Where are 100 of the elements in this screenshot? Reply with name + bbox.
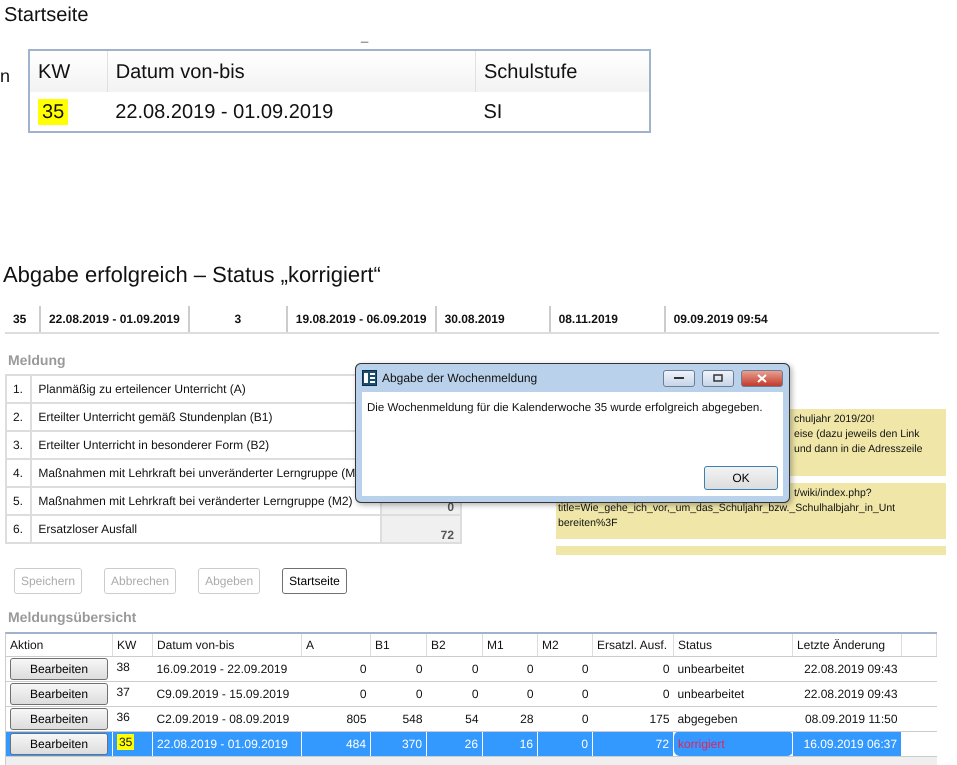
column-header: M2 [538, 634, 592, 656]
table-cell: 72 [592, 731, 674, 756]
row-label: Ersatzloser Ausfall [31, 515, 381, 543]
table-cell: 22.08.2019 09:43 [792, 656, 902, 681]
section-title: Abgabe erfolgreich – Status „korrigiert“ [3, 262, 382, 288]
note-text: title=Wie_gehe_ich_vor,_um_das_Schuljahr_bzw._Schulhalbjahr_in_Unt [558, 501, 896, 516]
table-cell: 22.08.2019 - 01.09.2019 [107, 92, 476, 132]
edit-button[interactable]: Bearbeiten [10, 708, 108, 730]
column-header: A [302, 634, 370, 656]
minimize-button[interactable] [663, 370, 695, 386]
status-cell: korrigiert [674, 731, 792, 756]
close-icon [757, 374, 767, 382]
row-number: 3. [6, 431, 32, 459]
column-header: Ersatzl. Ausf. [592, 634, 674, 656]
value-field[interactable]: 72 [381, 515, 461, 543]
table-cell: 38 [116, 660, 130, 674]
close-button[interactable] [741, 370, 783, 386]
table-cell: 37 [116, 684, 130, 698]
summary-cell: 19.08.2019 - 06.09.2019 [288, 306, 437, 332]
note-text: und dann in die Adresszeile [794, 442, 922, 457]
edit-button[interactable]: Bearbeiten [10, 658, 108, 680]
row-number: 4. [6, 459, 32, 487]
status-cell: unbearbeitet [674, 656, 792, 681]
table-cell: 0 [538, 706, 592, 731]
row-number: 1. [6, 375, 32, 403]
column-header: Datum von-bis [152, 634, 302, 656]
status-cell: abgegeben [674, 706, 792, 731]
table-cell: 54 [426, 706, 482, 731]
column-header: Datum von-bis [107, 50, 476, 92]
column-header: B2 [426, 634, 482, 656]
section-title: Meldung [8, 351, 67, 369]
table-cell: C2.09.2019 - 08.09.2019 [152, 706, 302, 731]
page-title: Startseite [4, 3, 90, 27]
table-row[interactable]: Bearbeiten 38 16.09.2019 - 22.09.2019 0 0 0 0 0 0 unbearbeitet 22.08.2019 09:43 [6, 656, 936, 681]
note-text: t/wiki/index.php? [794, 486, 872, 501]
row-number: 5. [6, 487, 32, 515]
app-icon [362, 370, 377, 386]
table-cell: 0 [302, 656, 370, 681]
action-button[interactable]: Startseite [282, 568, 347, 594]
table-row[interactable]: Bearbeiten 36 C2.09.2019 - 08.09.2019 805 548 54 28 0 175 abgegeben 08.09.2019 11:50 [6, 706, 936, 731]
table-cell: 16.09.2019 - 22.09.2019 [152, 656, 302, 681]
section-title: Meldungsübersicht [8, 608, 138, 626]
table-cell: 484 [302, 731, 370, 756]
summary-cell: 08.11.2019 [550, 306, 666, 332]
table-cell: 0 [370, 681, 426, 706]
status-cell: unbearbeitet [674, 681, 792, 706]
table-cell: SI [475, 92, 650, 132]
note-text: eise (dazu jeweils den Link [794, 427, 920, 442]
table-cell: 22.08.2019 - 01.09.2019 [152, 731, 302, 756]
column-header: KW [112, 634, 152, 656]
table-cell: 0 [538, 681, 592, 706]
summary-cell: 30.08.2019 [436, 306, 551, 332]
table-cell: 548 [370, 706, 426, 731]
summary-cell: 35 [5, 306, 41, 332]
table-cell: 0 [302, 681, 370, 706]
table-row[interactable]: Bearbeiten 37 C9.09.2019 - 15.09.2019 0 0 0 0 0 0 unbearbeitet 22.08.2019 09:43 [6, 681, 936, 706]
minimize-mark: _ [361, 29, 368, 43]
table-cell: C9.09.2019 - 15.09.2019 [152, 681, 302, 706]
edit-button[interactable]: Bearbeiten [10, 682, 108, 704]
table-cell: 0 [482, 681, 538, 706]
maximize-button[interactable] [702, 370, 734, 386]
table-cell: 28 [482, 706, 538, 731]
table-cell: 0 [426, 656, 482, 681]
table-cell: 22.08.2019 09:43 [792, 681, 902, 706]
table-cell: 0 [538, 731, 592, 756]
table-cell: 370 [370, 731, 426, 756]
table-cell: 35 [38, 98, 68, 124]
column-header: M1 [482, 634, 538, 656]
column-header: Status [674, 634, 792, 656]
table-cell: 0 [592, 681, 674, 706]
table-cell: 0 [370, 656, 426, 681]
column-header: KW [29, 50, 108, 92]
table-cell: 08.09.2019 11:50 [792, 706, 902, 731]
column-header: Letzte Änderung [792, 634, 902, 656]
cut-text: n [0, 65, 12, 88]
table-cell: 16 [482, 731, 538, 756]
note-text: chuljahr 2019/20! [794, 412, 875, 427]
table-row[interactable]: Bearbeiten 35 22.08.2019 - 01.09.2019 484 370 26 16 0 72 korrigiert 16.09.2019 06:37 [6, 731, 936, 756]
table-cell: 0 [592, 656, 674, 681]
column-header: B1 [370, 634, 426, 656]
table-cell: 35 [117, 734, 134, 750]
table-cell: 0 [538, 656, 592, 681]
summary-cell: 3 [190, 306, 288, 332]
table-cell: 0 [482, 656, 538, 681]
minimize-icon [674, 376, 684, 380]
row-number: 2. [6, 403, 32, 431]
table-cell: 16.09.2019 06:37 [792, 731, 902, 756]
edit-button[interactable]: Bearbeiten [10, 732, 108, 754]
ok-button[interactable]: OK [704, 466, 778, 490]
table-cell: 26 [426, 731, 482, 756]
summary-cell-text: 09.09.2019 09:54 [672, 311, 769, 328]
table-cell: 805 [302, 706, 370, 731]
column-header: Aktion [6, 634, 112, 656]
summary-cell: 22.08.2019 - 01.09.2019 [41, 306, 190, 332]
maximize-icon [713, 374, 723, 382]
dialog-title: Abgabe der Wochenmeldung [382, 370, 538, 387]
table-cell: 36 [116, 710, 130, 724]
note-text: bereiten%3F [558, 516, 618, 531]
row-number: 6. [6, 515, 32, 543]
column-header: Schulstufe [475, 50, 650, 92]
